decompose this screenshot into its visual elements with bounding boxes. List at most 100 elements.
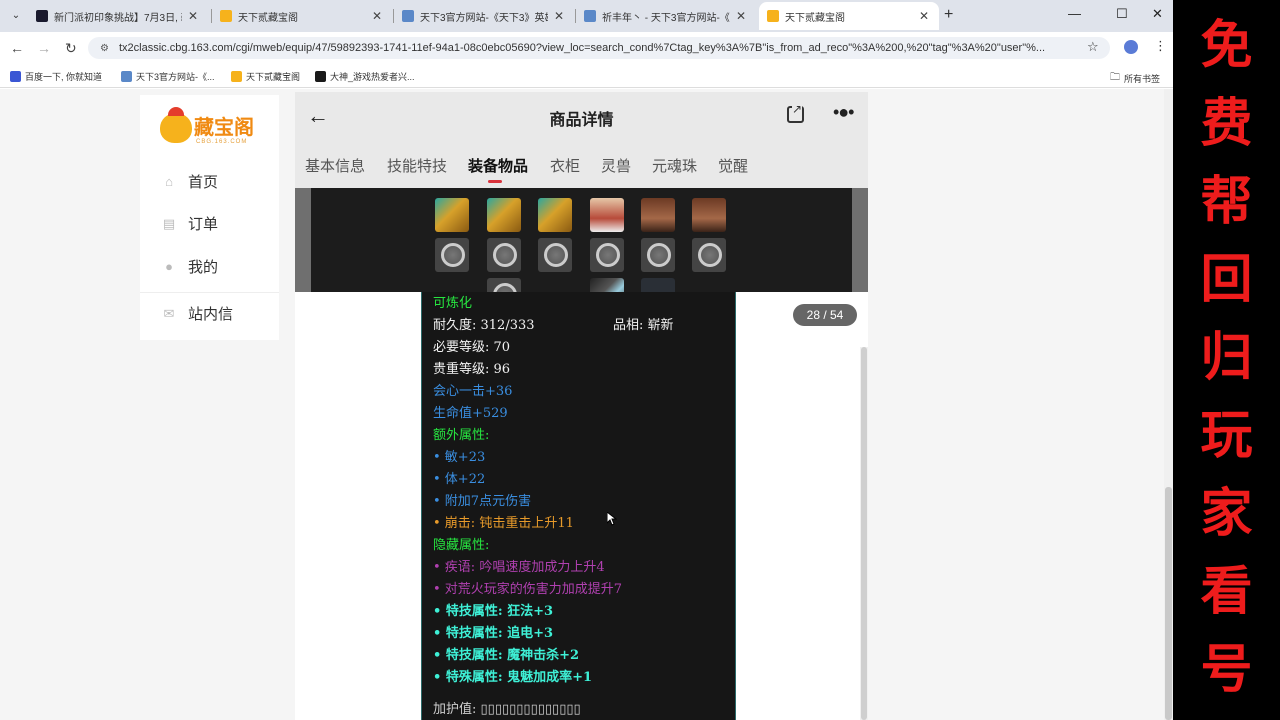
tab-close-icon[interactable]: ✕ <box>919 9 929 23</box>
detail-header: ← 商品详情 •●• <box>295 92 868 140</box>
bookmark-item[interactable]: 百度一下, 你就知道 <box>10 70 102 83</box>
inventory-slot-armor-icon[interactable] <box>692 198 726 232</box>
tab-close-icon[interactable]: ✕ <box>188 9 198 23</box>
tab-favicon-icon <box>220 10 232 22</box>
back-button[interactable]: ← <box>10 40 24 56</box>
banner-char: 帮 <box>1200 172 1253 232</box>
active-tab-indicator <box>488 180 502 183</box>
banner-char: 归 <box>1200 328 1253 388</box>
banner-char: 回 <box>1200 250 1253 310</box>
site-info-icon[interactable]: ⚙ <box>100 43 109 54</box>
tooltip-line: • 对荒火玩家的伤害力加成提升7 <box>433 582 623 597</box>
inventory-slot-lens-icon[interactable] <box>590 238 624 272</box>
cbg-logo[interactable]: 藏宝阁 CBG.163.COM <box>160 107 254 145</box>
maximize-button[interactable]: ☐ <box>1116 6 1128 22</box>
browser-tab-2[interactable]: 天下贰藏宝阁 ✕ <box>212 2 395 30</box>
tooltip-line: • 体+22 <box>433 472 486 487</box>
sidebar-item-messages[interactable]: ✉ 站内信 <box>162 303 233 324</box>
inventory-slot-lens-icon[interactable] <box>538 238 572 272</box>
banner-char: 家 <box>1200 484 1253 544</box>
share-icon[interactable] <box>787 102 804 123</box>
tab-title: 祈丰年丶 - 天下3官方网站-《天 <box>602 12 730 24</box>
tab-pets[interactable]: 灵兽 <box>601 155 631 176</box>
tooltip-line: • 特技属性: 狂法+3 <box>433 604 554 619</box>
tooltip-line: 必要等级: 70 <box>433 340 511 355</box>
inventory-slot-lens-icon[interactable] <box>435 238 469 272</box>
bookmark-label: 天下贰藏宝阁 <box>246 72 301 82</box>
tab-equipment[interactable]: 装备物品 <box>468 155 528 176</box>
bookmark-item[interactable]: 天下贰藏宝阁 <box>231 70 300 83</box>
inventory-area <box>295 188 868 312</box>
reload-button[interactable]: ↻ <box>65 40 77 57</box>
close-window-button[interactable]: ✕ <box>1152 6 1163 22</box>
browser-tab-3[interactable]: 天下3官方网站-《天下3》英雄 ✕ <box>394 2 577 30</box>
sidebar-item-home[interactable]: ⌂ 首页 <box>162 171 218 192</box>
image-counter: 28 / 54 <box>793 304 857 326</box>
browser-tab-4[interactable]: 祈丰年丶 - 天下3官方网站-《天 ✕ <box>576 2 759 30</box>
bookmark-star-icon[interactable]: ☆ <box>1087 39 1099 55</box>
inventory-slot-lens-icon[interactable] <box>692 238 726 272</box>
minimize-button[interactable]: — <box>1068 6 1081 21</box>
order-icon: ▤ <box>162 215 176 231</box>
inner-scrollbar-thumb[interactable] <box>861 347 867 720</box>
inventory-slot-armor-icon[interactable] <box>641 198 675 232</box>
new-tab-button[interactable]: + <box>944 6 953 24</box>
banner-char: 费 <box>1200 94 1253 154</box>
item-tooltip: 可炼化 耐久度: 312/333 品相: 崭新 必要等级: 70 贵重等级: 9… <box>421 292 736 720</box>
tab-wardrobe[interactable]: 衣柜 <box>550 155 580 176</box>
browser-tab-5-active[interactable]: 天下贰藏宝阁 ✕ <box>759 2 939 30</box>
bookmark-label: 天下3官方网站-《... <box>136 72 215 82</box>
tooltip-section-heading: 额外属性: <box>433 428 490 443</box>
tooltip-line: • 附加7点元伤害 <box>433 494 532 509</box>
tab-skills[interactable]: 技能特技 <box>387 155 447 176</box>
tooltip-line: 可炼化 <box>433 296 473 311</box>
tab-title: 天下贰藏宝阁 <box>785 12 845 24</box>
banner-char: 免 <box>1200 16 1253 76</box>
tx3-icon <box>121 71 132 82</box>
sidebar-item-label: 我的 <box>188 259 219 276</box>
bookmark-label: 所有书签 <box>1124 74 1161 84</box>
more-options-icon[interactable]: •●• <box>833 102 855 123</box>
tab-favicon-icon <box>767 10 779 22</box>
tab-search-icon[interactable]: ⌄ <box>6 5 26 25</box>
forward-button[interactable]: → <box>37 40 51 56</box>
tooltip-line: 生命值+529 <box>433 406 508 421</box>
sidebar-item-mine[interactable]: ● 我的 <box>162 256 218 277</box>
tooltip-line: 加护值: ▯▯▯▯▯▯▯▯▯▯▯▯▯▯ <box>433 702 581 717</box>
bookmark-label: 大神_游戏热爱者兴... <box>330 72 415 82</box>
tab-soul-orbs[interactable]: 元魂珠 <box>652 155 697 176</box>
page-title: 商品详情 <box>549 112 614 129</box>
tooltip-line: • 特技属性: 追电+3 <box>433 626 554 641</box>
banner-char: 玩 <box>1200 406 1253 466</box>
bookmark-item[interactable]: 大神_游戏热爱者兴... <box>315 70 415 83</box>
user-icon: ● <box>165 259 173 274</box>
detail-tabs: 基本信息 技能特技 装备物品 衣柜 灵兽 元魂珠 觉醒 <box>295 140 868 188</box>
tab-close-icon[interactable]: ✕ <box>736 9 746 23</box>
url-text: tx2classic.cbg.163.com/cgi/mweb/equip/47… <box>118 42 1046 54</box>
browser-tab-1[interactable]: 新门派初印象挑战】7月3日, 新 ✕ <box>28 2 211 30</box>
inventory-slot-lens-icon[interactable] <box>641 238 675 272</box>
inventory-slot-weapon-icon[interactable] <box>487 198 521 232</box>
all-bookmarks-folder[interactable]: 🗀 所有书签 <box>1110 70 1160 87</box>
tab-close-icon[interactable]: ✕ <box>372 9 382 23</box>
tooltip-line: 会心一击+36 <box>433 384 513 399</box>
sidebar-item-orders[interactable]: ▤ 订单 <box>162 213 218 234</box>
tooltip-line: • 特技属性: 魔神击杀+2 <box>433 648 580 663</box>
inventory-slot-lens-icon[interactable] <box>487 238 521 272</box>
inventory-slot-character-icon[interactable] <box>590 198 624 232</box>
tooltip-line: • 特殊属性: 鬼魅加成率+1 <box>433 670 593 685</box>
profile-avatar[interactable] <box>1124 40 1138 54</box>
baidu-icon <box>10 71 21 82</box>
promo-banner: 免 费 帮 回 归 玩 家 看 号 <box>1173 0 1280 720</box>
mouse-cursor-icon <box>607 512 617 526</box>
bookmark-item[interactable]: 天下3官方网站-《... <box>121 70 215 83</box>
tab-basic-info[interactable]: 基本信息 <box>305 155 365 176</box>
tab-awakening[interactable]: 觉醒 <box>718 155 748 176</box>
tab-close-icon[interactable]: ✕ <box>554 9 564 23</box>
banner-char: 看 <box>1200 562 1253 622</box>
address-bar[interactable]: ⚙ tx2classic.cbg.163.com/cgi/mweb/equip/… <box>88 37 1110 59</box>
page-scrollbar-thumb[interactable] <box>1165 487 1172 720</box>
inventory-slot-weapon-icon[interactable] <box>538 198 572 232</box>
browser-menu-icon[interactable]: ⋮ <box>1154 38 1167 54</box>
inventory-slot-weapon-icon[interactable] <box>435 198 469 232</box>
